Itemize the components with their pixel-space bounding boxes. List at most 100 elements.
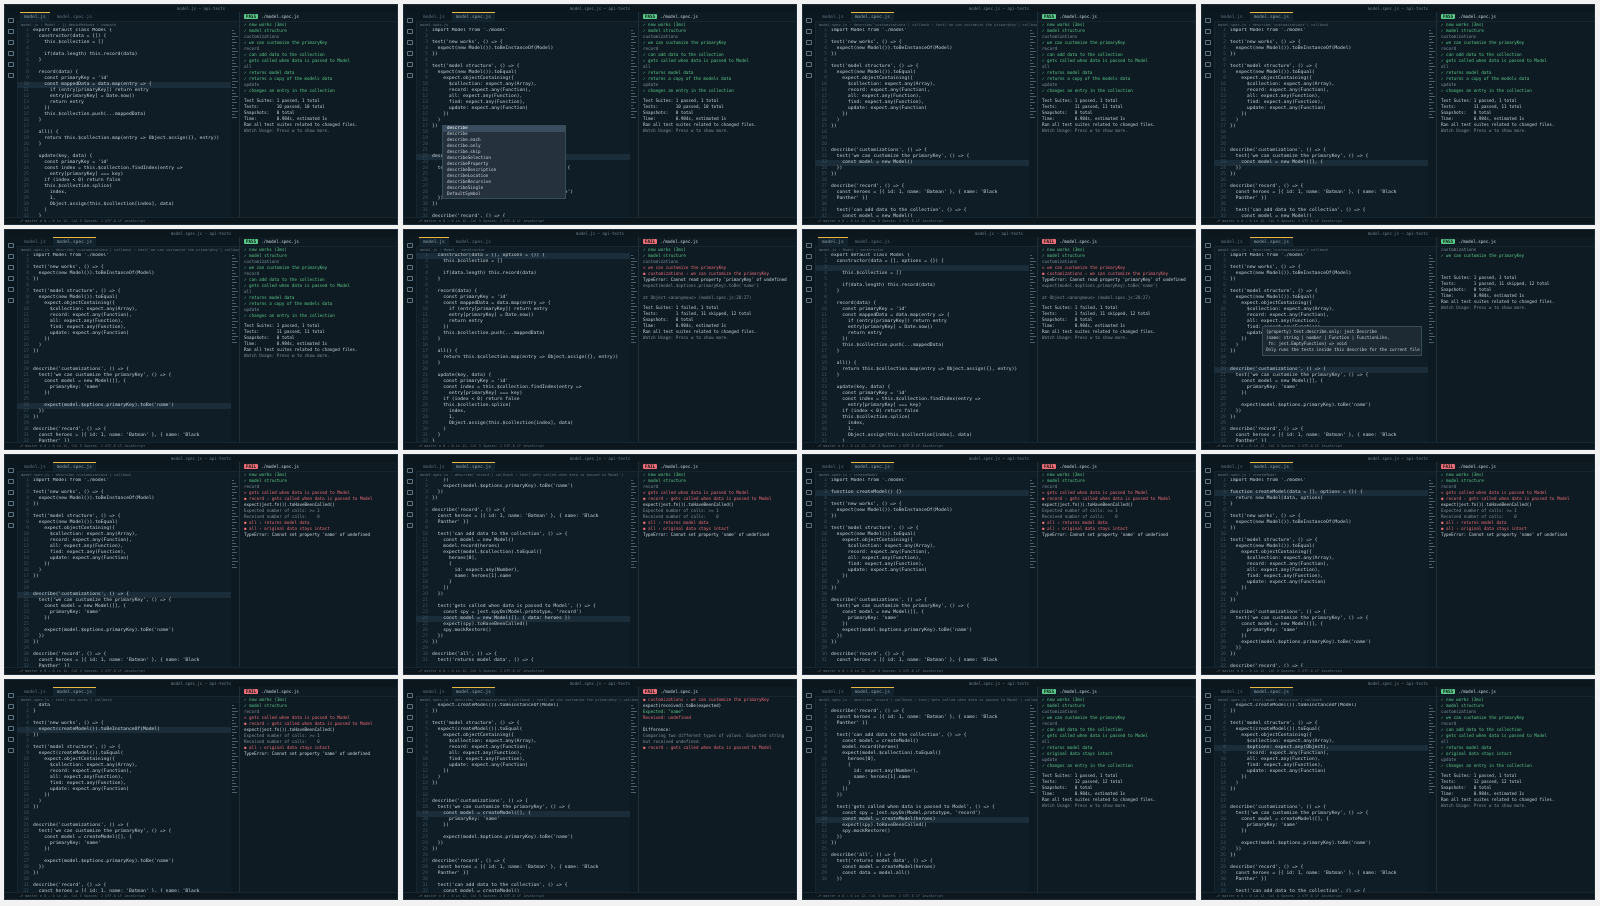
settings-icon[interactable] [806, 523, 812, 528]
settings-icon[interactable] [806, 298, 812, 303]
debug-icon[interactable] [8, 726, 14, 731]
debug-icon[interactable] [407, 726, 413, 731]
files-icon[interactable] [806, 468, 812, 473]
terminal-panel[interactable]: PASS ./model.spec.js ✓ new works (3ms) ✓ mo… [1436, 12, 1594, 218]
code-lines[interactable]: 1 export default class Model {2 construct… [17, 28, 231, 218]
settings-icon[interactable] [806, 73, 812, 78]
settings-icon[interactable] [8, 748, 14, 753]
source-control-icon[interactable] [1205, 490, 1211, 495]
extensions-icon[interactable] [407, 287, 413, 292]
code-lines[interactable]: 1 import Model from './model' 2 3 test('new … [17, 253, 231, 443]
files-icon[interactable] [806, 243, 812, 248]
settings-icon[interactable] [1205, 523, 1211, 528]
editor-tab[interactable]: model.spec.js [851, 237, 894, 246]
code-line[interactable]: 30 }) [815, 877, 1029, 883]
terminal-panel[interactable]: FAIL ./model.spec.js ✓ new works (3ms) ✓ mo… [1436, 462, 1594, 668]
editor-tab[interactable]: model.js [419, 237, 449, 246]
minimap[interactable] [1029, 28, 1037, 218]
editor-tab[interactable]: model.spec.js [452, 237, 495, 246]
extensions-icon[interactable] [407, 737, 413, 742]
files-icon[interactable] [1205, 18, 1211, 23]
editor-tab[interactable]: model.js [1217, 237, 1247, 246]
debug-icon[interactable] [1205, 726, 1211, 731]
settings-icon[interactable] [407, 298, 413, 303]
code-editor[interactable]: model.js model.spec.js model.spec.js › des… [17, 462, 239, 668]
editor-tab[interactable]: model.spec.js [52, 237, 96, 246]
terminal-panel[interactable]: FAIL ./model.spec.js ✓ new works (3ms) ✓ mo… [239, 687, 397, 893]
files-icon[interactable] [407, 18, 413, 23]
code-editor[interactable]: model.js model.spec.js model.spec.js › des… [17, 237, 239, 443]
extensions-icon[interactable] [1205, 737, 1211, 742]
source-control-icon[interactable] [407, 265, 413, 270]
search-icon[interactable] [806, 29, 812, 34]
code-lines[interactable]: 1 import Model from './model' 2 3 test('new … [815, 28, 1029, 218]
editor-tab[interactable]: model.js [818, 12, 848, 21]
settings-icon[interactable] [407, 748, 413, 753]
debug-icon[interactable] [407, 51, 413, 56]
debug-icon[interactable] [806, 51, 812, 56]
terminal-panel[interactable]: PASS ./model.spec.js ✓ new works (3ms) ✓ mo… [239, 12, 397, 218]
source-control-icon[interactable] [8, 490, 14, 495]
source-control-icon[interactable] [806, 265, 812, 270]
settings-icon[interactable] [8, 73, 14, 78]
search-icon[interactable] [407, 29, 413, 34]
search-icon[interactable] [407, 254, 413, 259]
search-icon[interactable] [407, 479, 413, 484]
extensions-icon[interactable] [8, 62, 14, 67]
terminal-panel[interactable]: FAIL ./model.spec.js ● customizations › we… [638, 687, 796, 893]
editor-tab[interactable]: model.js [20, 12, 50, 21]
debug-icon[interactable] [8, 276, 14, 281]
editor-tab[interactable]: model.spec.js [451, 687, 495, 696]
minimap[interactable] [231, 703, 239, 893]
debug-icon[interactable] [806, 276, 812, 281]
minimap[interactable] [630, 478, 638, 668]
editor-tab[interactable]: model.js [419, 462, 449, 471]
editor-tab[interactable]: model.spec.js [850, 462, 894, 471]
source-control-icon[interactable] [806, 40, 812, 45]
files-icon[interactable] [8, 243, 14, 248]
code-lines[interactable]: 1 data 2} 3 4 test('new works', () => {5 exp… [17, 703, 231, 893]
settings-icon[interactable] [407, 523, 413, 528]
code-lines[interactable]: 1 import Model from './model' 2 3 test('new … [17, 478, 231, 668]
terminal-panel[interactable]: FAIL ./model.spec.js ✓ new works (3ms) ✓ mo… [1037, 237, 1195, 443]
minimap[interactable] [630, 703, 638, 893]
debug-icon[interactable] [1205, 276, 1211, 281]
code-editor[interactable]: model.js model.spec.js model.spec.js › des… [815, 12, 1037, 218]
editor-tab[interactable]: model.js [818, 687, 848, 696]
minimap[interactable] [630, 253, 638, 443]
code-lines[interactable]: 1 import Model from './model' 2 3 function c… [1214, 478, 1428, 668]
debug-icon[interactable] [407, 501, 413, 506]
code-editor[interactable]: model.js model.spec.js model.spec.js › tes… [1214, 687, 1436, 893]
minimap[interactable] [231, 478, 239, 668]
files-icon[interactable] [407, 693, 413, 698]
editor-tab[interactable]: model.js [818, 462, 848, 471]
terminal-panel[interactable]: PASS ./model.spec.js customizations ✓ we ca… [1436, 237, 1594, 443]
code-editor[interactable]: model.js model.spec.js model.js › Model › … [815, 237, 1037, 443]
source-control-icon[interactable] [8, 715, 14, 720]
terminal-panel[interactable]: PASS ./model.spec.js ✓ new works (3ms) ✓ mo… [239, 237, 397, 443]
files-icon[interactable] [1205, 243, 1211, 248]
files-icon[interactable] [806, 18, 812, 23]
code-editor[interactable]: model.js model.spec.js model.js › Model › … [17, 12, 239, 218]
extensions-icon[interactable] [806, 62, 812, 67]
extensions-icon[interactable] [1205, 287, 1211, 292]
terminal-panel[interactable]: FAIL ./model.spec.js ✓ new works (3ms) ✓ mo… [1037, 462, 1195, 668]
editor-tab[interactable]: model.spec.js [1249, 462, 1293, 471]
editor-tab[interactable]: model.spec.js [1249, 687, 1293, 696]
minimap[interactable] [231, 253, 239, 443]
extensions-icon[interactable] [1205, 512, 1211, 517]
search-icon[interactable] [806, 704, 812, 709]
minimap[interactable] [1428, 478, 1436, 668]
terminal-panel[interactable]: FAIL ./model.spec.js ✓ new works (3ms) ✓ mo… [638, 237, 796, 443]
editor-tab[interactable]: model.spec.js [52, 462, 96, 471]
editor-tab[interactable]: model.spec.js [850, 687, 894, 696]
debug-icon[interactable] [1205, 51, 1211, 56]
source-control-icon[interactable] [1205, 715, 1211, 720]
minimap[interactable] [1029, 253, 1037, 443]
editor-tab[interactable]: model.js [1217, 462, 1247, 471]
code-lines[interactable]: 1 expect.createModel()).toBeInstanceOf(M… [416, 703, 630, 893]
code-lines[interactable]: 1 constructor(data = [], options = {}) {… [416, 253, 630, 443]
source-control-icon[interactable] [407, 490, 413, 495]
search-icon[interactable] [806, 479, 812, 484]
minimap[interactable] [630, 28, 638, 218]
